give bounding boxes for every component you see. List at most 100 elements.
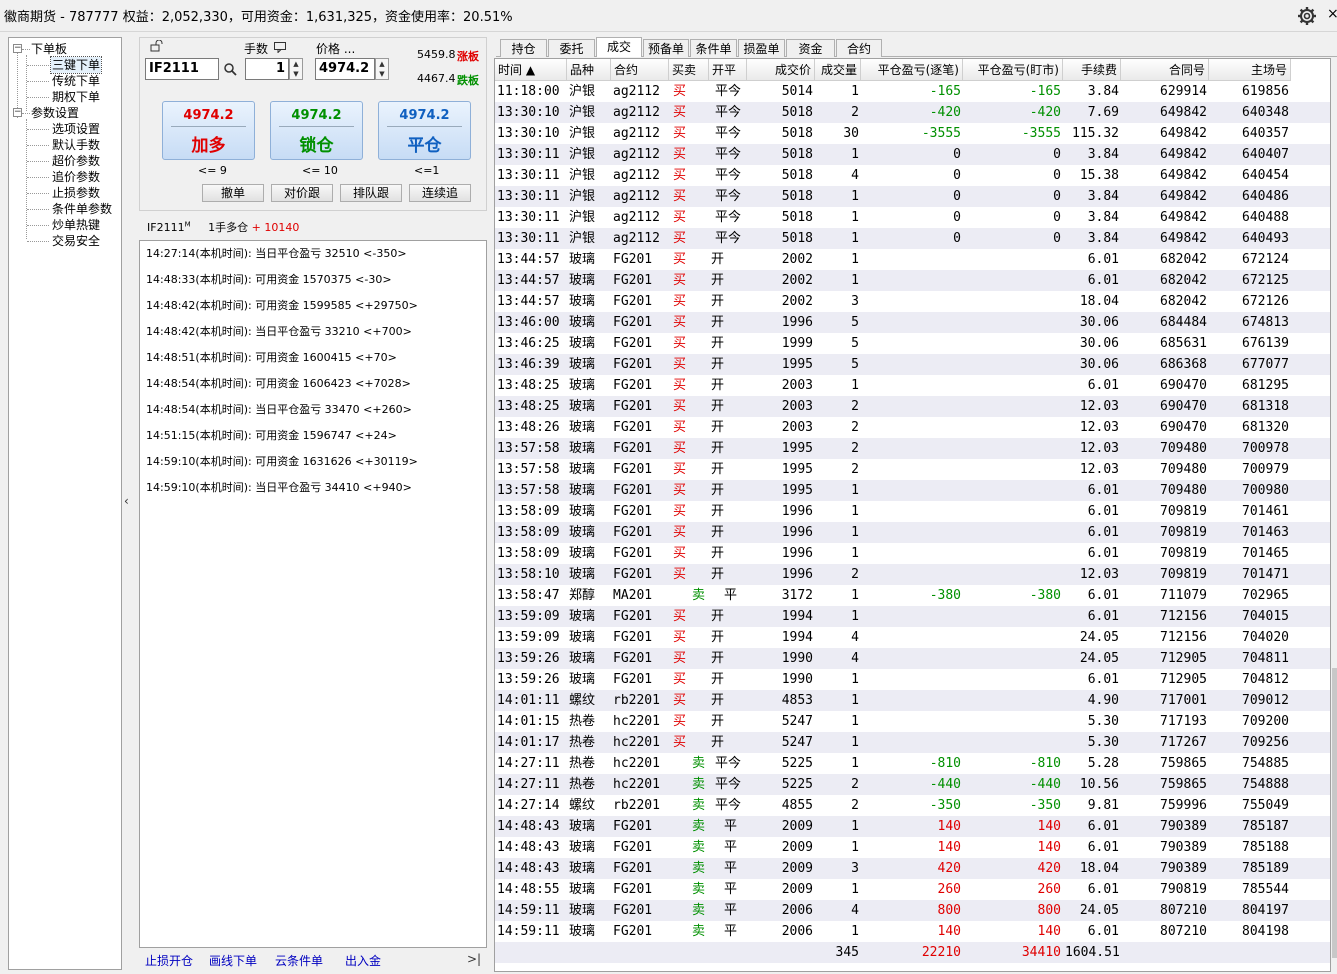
tree-item-5[interactable]: 选项设置 <box>51 121 101 137</box>
table-row[interactable]: 13:44:57 玻璃 FG201 买 开 2002 1 6.01 682042 672125 <box>495 270 1330 291</box>
tree-item-6[interactable]: 默认手数 <box>51 137 101 153</box>
table-row[interactable]: 13:57:58 玻璃 FG201 买 开 1995 2 12.03 709480 700979 <box>495 459 1330 480</box>
column-header-5[interactable]: 成交价 <box>747 59 815 81</box>
table-row[interactable]: 14:48:43 玻璃 FG201 卖 平 2009 1 140 140 6.01 790389 78… <box>495 816 1330 837</box>
tab-5[interactable]: 损盈单 <box>738 39 785 57</box>
qty-input[interactable]: 1 <box>245 58 289 80</box>
column-header-3[interactable]: 买卖 <box>669 59 709 81</box>
table-row[interactable]: 14:59:11 玻璃 FG201 卖 平 2006 4 800 800 24.05 807210 8… <box>495 900 1330 921</box>
tab-6[interactable]: 资金 <box>786 39 835 57</box>
tree-item-8[interactable]: 追价参数 <box>51 169 101 185</box>
cancel-order-button[interactable]: 撤单 <box>202 184 264 202</box>
tree-item-2[interactable]: 传统下单 <box>51 73 101 89</box>
column-header-8[interactable]: 平仓盈亏(盯市) <box>963 59 1063 81</box>
price-input[interactable]: 4974.2 <box>315 58 375 80</box>
limit-up-tag[interactable]: 涨板 <box>457 48 479 64</box>
column-header-9[interactable]: 手续费 <box>1063 59 1121 81</box>
scroll-thumb[interactable] <box>1332 668 1337 958</box>
lock-button[interactable]: 4974.2 锁仓 <box>270 101 363 160</box>
tree-expander-icon[interactable]: − <box>13 44 22 53</box>
column-header-4[interactable]: 开平 <box>709 59 747 81</box>
tree-item-1[interactable]: 三键下单 <box>49 56 103 74</box>
table-row[interactable]: 13:46:39 玻璃 FG201 买 开 1995 5 30.06 686368 677077 <box>495 354 1330 375</box>
table-row[interactable]: 13:58:09 玻璃 FG201 买 开 1996 1 6.01 709819 701461 <box>495 501 1330 522</box>
cloud-condition-link[interactable]: 云条件单 <box>275 952 323 969</box>
unlock-icon[interactable] <box>150 40 164 52</box>
table-row[interactable]: 13:30:11 沪银 ag2112 买 平今 5018 1 0 0 3.84 649842 6404… <box>495 144 1330 165</box>
tree-item-9[interactable]: 止损参数 <box>51 185 101 201</box>
table-row[interactable]: 13:59:09 玻璃 FG201 买 开 1994 4 24.05 712156 704020 <box>495 627 1330 648</box>
table-row[interactable]: 13:59:26 玻璃 FG201 买 开 1990 1 6.01 712905 704812 <box>495 669 1330 690</box>
tab-7[interactable]: 合约 <box>836 39 882 57</box>
table-row[interactable]: 14:48:43 玻璃 FG201 卖 平 2009 1 140 140 6.01 790389 78… <box>495 837 1330 858</box>
price-label[interactable]: 价格 ... <box>316 40 355 57</box>
table-row[interactable]: 14:48:43 玻璃 FG201 卖 平 2009 3 420 420 18.04 790389 7… <box>495 858 1330 879</box>
gear-icon[interactable] <box>1297 6 1317 26</box>
counter-price-follow-button[interactable]: 对价跟 <box>271 184 333 202</box>
quick-qty-icon[interactable] <box>274 42 286 53</box>
deposit-withdraw-link[interactable]: 出入金 <box>345 952 381 969</box>
table-row[interactable]: 13:57:58 玻璃 FG201 买 开 1995 2 12.03 709480 700978 <box>495 438 1330 459</box>
table-row[interactable]: 14:01:11 螺纹 rb2201 买 开 4853 1 4.90 717001 709012 <box>495 690 1330 711</box>
search-icon[interactable] <box>224 63 237 76</box>
continuous-chase-button[interactable]: 连续追 <box>409 184 471 202</box>
column-header-11[interactable]: 主场号 <box>1209 59 1291 81</box>
tab-2[interactable]: 成交 <box>596 37 642 57</box>
table-row[interactable]: 14:27:11 热卷 hc2201 卖平今 5225 1 -810 -810 5.28 7598… <box>495 753 1330 774</box>
tree-group-4[interactable]: 参数设置 <box>31 105 79 121</box>
column-header-6[interactable]: 成交量 <box>815 59 861 81</box>
add-long-button[interactable]: 4974.2 加多 <box>162 101 255 160</box>
table-row[interactable]: 13:44:57 玻璃 FG201 买 开 2002 3 18.04 682042 672126 <box>495 291 1330 312</box>
price-spinner[interactable]: ▲ ▼ <box>375 58 389 80</box>
table-row[interactable]: 14:48:55 玻璃 FG201 卖 平 2009 1 260 260 6.01 790819 78… <box>495 879 1330 900</box>
tab-3[interactable]: 预备单 <box>643 39 689 57</box>
close-icon[interactable]: × <box>1327 6 1337 22</box>
table-row[interactable]: 13:59:26 玻璃 FG201 买 开 1990 4 24.05 712905 704811 <box>495 648 1330 669</box>
tab-4[interactable]: 条件单 <box>690 39 737 57</box>
vertical-scrollbar[interactable] <box>1331 58 1337 972</box>
table-row[interactable]: 13:48:25 玻璃 FG201 买 开 2003 2 12.03 690470 681318 <box>495 396 1330 417</box>
tree-item-10[interactable]: 条件单参数 <box>51 201 113 217</box>
table-row[interactable]: 13:58:09 玻璃 FG201 买 开 1996 1 6.01 709819 701465 <box>495 543 1330 564</box>
column-header-10[interactable]: 合同号 <box>1121 59 1209 81</box>
table-row[interactable]: 13:44:57 玻璃 FG201 买 开 2002 1 6.01 682042 672124 <box>495 249 1330 270</box>
collapse-right-icon[interactable]: >| <box>467 952 481 966</box>
table-row[interactable]: 13:30:11 沪银 ag2112 买 平今 5018 1 0 0 3.84 649842 6404… <box>495 186 1330 207</box>
table-row[interactable]: 13:30:11 沪银 ag2112 买 平今 5018 1 0 0 3.84 649842 6404… <box>495 207 1330 228</box>
table-row[interactable]: 13:30:11 沪银 ag2112 买 平今 5018 4 0 0 15.38 649842 640… <box>495 165 1330 186</box>
table-row[interactable]: 13:58:47 郑醇 MA201 卖 平 3172 1 -380 -380 6.01 711079… <box>495 585 1330 606</box>
stop-loss-open-link[interactable]: 止损开仓 <box>145 952 193 969</box>
column-header-2[interactable]: 合约 <box>611 59 669 81</box>
tree-group-0[interactable]: 下单板 <box>31 41 67 57</box>
column-header-7[interactable]: 平仓盈亏(逐笔) <box>861 59 963 81</box>
column-header-1[interactable]: 品种 <box>567 59 611 81</box>
table-row[interactable]: 13:58:09 玻璃 FG201 买 开 1996 1 6.01 709819 701463 <box>495 522 1330 543</box>
table-row[interactable]: 14:27:11 热卷 hc2201 卖平今 5225 2 -440 -440 10.56 759… <box>495 774 1330 795</box>
tab-1[interactable]: 委托 <box>548 39 595 57</box>
table-row[interactable]: 14:27:14 螺纹 rb2201 卖平今 4855 2 -350 -350 9.81 7599… <box>495 795 1330 816</box>
table-row[interactable]: 13:46:00 玻璃 FG201 买 开 1996 5 30.06 684484 674813 <box>495 312 1330 333</box>
table-row[interactable]: 13:30:10 沪银 ag2112 买 平今 5018 30 -3555 -3555 115.3… <box>495 123 1330 144</box>
queue-follow-button[interactable]: 排队跟 <box>340 184 402 202</box>
tree-item-11[interactable]: 炒单热键 <box>51 217 101 233</box>
table-row[interactable]: 13:46:25 玻璃 FG201 买 开 1999 5 30.06 685631 676139 <box>495 333 1330 354</box>
table-row[interactable]: 14:01:17 热卷 hc2201 买 开 5247 1 5.30 717267 709256 <box>495 732 1330 753</box>
collapse-arrow-icon[interactable]: ‹ <box>124 494 129 508</box>
tree-item-3[interactable]: 期权下单 <box>51 89 101 105</box>
table-row[interactable]: 13:59:09 玻璃 FG201 买 开 1994 1 6.01 712156 704015 <box>495 606 1330 627</box>
close-position-button[interactable]: 4974.2 平仓 <box>378 101 471 160</box>
tab-0[interactable]: 持仓 <box>500 39 547 57</box>
table-row[interactable]: 13:48:25 玻璃 FG201 买 开 2003 1 6.01 690470 681295 <box>495 375 1330 396</box>
tree-item-7[interactable]: 超价参数 <box>51 153 101 169</box>
table-row[interactable]: 13:30:10 沪银 ag2112 买 平今 5018 2 -420 -420 7.69 6498… <box>495 102 1330 123</box>
limit-down-tag[interactable]: 跌板 <box>457 72 479 88</box>
table-row[interactable]: 14:59:11 玻璃 FG201 卖 平 2006 1 140 140 6.01 807210 80… <box>495 921 1330 942</box>
tree-expander-icon[interactable]: − <box>13 108 22 117</box>
table-row[interactable]: 13:58:10 玻璃 FG201 买 开 1996 2 12.03 709819 701471 <box>495 564 1330 585</box>
tree-item-12[interactable]: 交易安全 <box>51 233 101 249</box>
line-order-link[interactable]: 画线下单 <box>209 952 257 969</box>
table-row[interactable]: 14:01:15 热卷 hc2201 买 开 5247 1 5.30 717193 709200 <box>495 711 1330 732</box>
column-header-0[interactable]: 时间 ▲ <box>495 59 567 81</box>
contract-input[interactable]: IF2111 <box>145 58 219 80</box>
table-row[interactable]: 13:48:26 玻璃 FG201 买 开 2003 2 12.03 690470 681320 <box>495 417 1330 438</box>
